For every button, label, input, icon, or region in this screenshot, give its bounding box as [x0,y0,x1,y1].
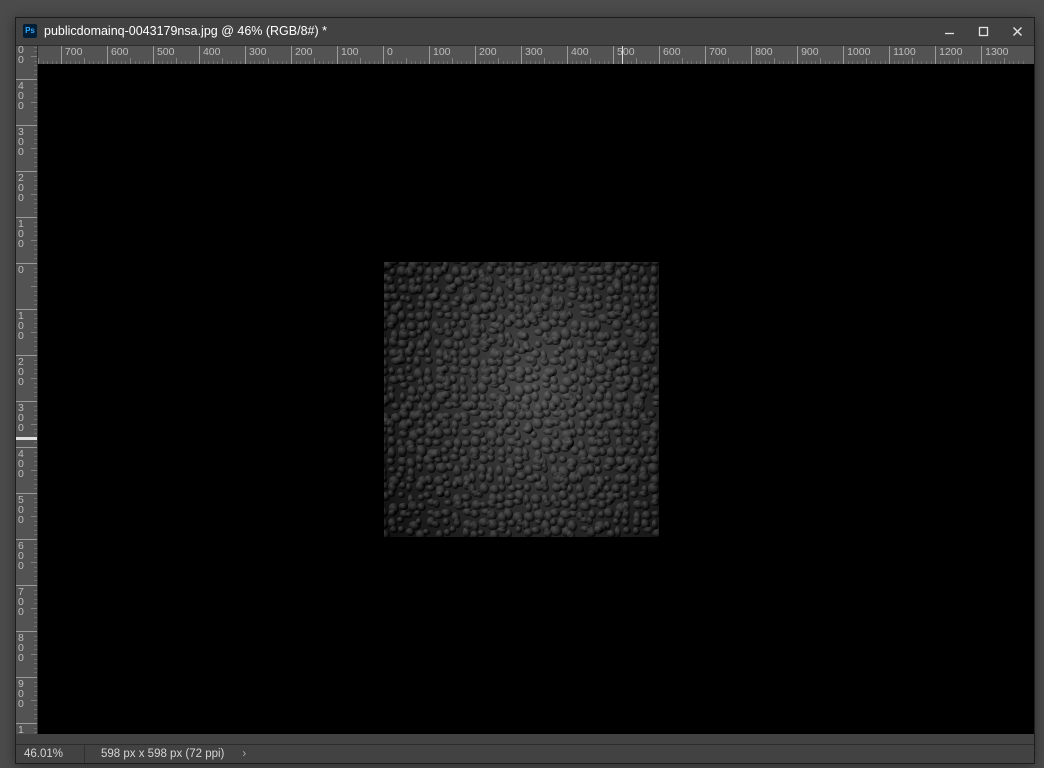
app-icon: Ps [23,24,37,38]
doc-size-readout[interactable]: 598 px x 598 px (72 ppi) [91,748,224,760]
document-window: Ps publicdomainq-0043179nsa.jpg @ 46% (R… [15,17,1035,764]
ruler-vertical[interactable]: 5004003002001000100200300400500600700800… [16,45,38,734]
canvas-area[interactable] [38,64,1034,734]
ruler-v-tick: 0 [16,263,38,275]
statusbar: 46.01% 598 px x 598 px (72 ppi) › [16,744,1034,763]
close-button[interactable] [1000,18,1034,44]
zoom-readout[interactable]: 46.01% [16,748,84,760]
titlebar[interactable]: Ps publicdomainq-0043179nsa.jpg @ 46% (R… [16,18,1034,44]
minimize-button[interactable] [932,18,966,44]
document-image[interactable] [384,262,659,537]
ruler-v-guide-indicator [16,437,37,440]
ruler-horizontal[interactable]: 8007006005004003002001000100200300400500… [37,45,1034,65]
statusbar-expand-icon[interactable]: › [242,748,246,760]
statusbar-divider [84,745,85,763]
document-title: publicdomainq-0043179nsa.jpg @ 46% (RGB/… [44,24,932,38]
maximize-button[interactable] [966,18,1000,44]
window-controls [932,18,1034,44]
